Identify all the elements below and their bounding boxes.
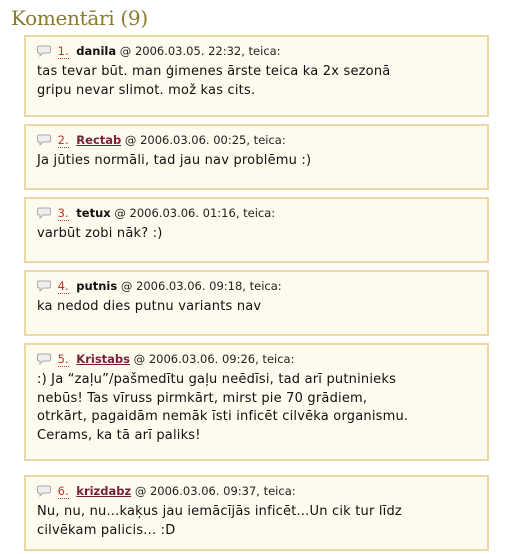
comment-meta: 5. Kristabs @ 2006.03.06. 09:26, teica: [37,351,487,367]
comment-author: danila [76,44,117,58]
comment-permalink[interactable]: 2. [57,133,69,148]
comment-card: 1. danila @ 2006.03.05. 22:32, teica: ta… [24,35,489,117]
comment-body: varbūt zobi nāk? :) [37,225,487,244]
comment-author-link[interactable]: Rectab [76,133,121,147]
comment-timestamp: 2006.03.06. 01:16 [129,206,236,220]
comment-body: ka nedod dies putnu variants nav [37,298,487,317]
at-sign: @ [119,44,132,58]
comment-author: putnis [76,279,118,293]
comment-meta: 3. tetux @ 2006.03.06. 01:16, teica: [37,205,487,221]
comment-permalink[interactable]: 3. [57,206,69,221]
comment-timestamp: 2006.03.06. 09:26 [148,352,256,366]
comment-line: :) Ja “zaļu”/pašmedītu gaļu neēdīsi, tad… [37,372,397,387]
comment-meta: 6. krizdabz @ 2006.03.06. 09:37, teica: [37,483,487,499]
comment-line: varbūt zobi nāk? :) [37,226,163,241]
said-label: , teica: [242,279,282,293]
comment-line: Cerams, ka tā arī paliks! [37,427,201,443]
at-sign: @ [133,352,146,366]
comment-line: nebūs! Tas vīruss pirmkārt, mirst pie 70… [37,390,368,406]
at-sign: @ [124,133,137,147]
comment-card: 2. Rectab @ 2006.03.06. 00:25, teica: Ja… [24,124,489,190]
comment-card: 4. putnis @ 2006.03.06. 09:18, teica: ka… [24,270,489,336]
comment-card: 6. krizdabz @ 2006.03.06. 09:37, teica: … [24,475,489,551]
said-label: , teica: [246,133,286,147]
comment-line: otrkārt, pagaidām nemāk īsti inficēt cil… [37,409,409,424]
comment-card: 3. tetux @ 2006.03.06. 01:16, teica: var… [24,197,489,263]
speech-bubble-icon [37,280,51,292]
comment-timestamp: 2006.03.06. 09:37 [149,484,257,498]
speech-bubble-icon [37,353,51,365]
comment-line: ka nedod dies putnu variants nav [37,299,262,314]
at-sign: @ [134,484,147,498]
at-sign: @ [120,279,133,293]
comment-body: Nu, nu, nu...kaķus jau iemācījās inficēt… [37,503,487,540]
said-label: , teica: [235,206,276,220]
speech-bubble-icon [37,207,51,219]
said-label: , teica: [256,484,296,498]
comment-meta: 1. danila @ 2006.03.05. 22:32, teica: [37,43,487,59]
speech-bubble-icon [37,134,51,146]
comment-body: :) Ja “zaļu”/pašmedītu gaļu neēdīsi, tad… [37,371,487,445]
said-label: , teica: [255,352,295,366]
comment-body: tas tevar būt. man ģimenes ārste teica k… [37,63,487,100]
said-label: , teica: [241,44,281,58]
comments-heading: Komentāri (9) [11,6,148,30]
speech-bubble-icon [37,45,51,57]
comment-line: Nu, nu, nu...kaķus jau iemācījās inficēt… [37,504,402,519]
comment-timestamp: 2006.03.06. 00:25 [140,133,247,147]
comment-line: gripu nevar slimot. mož kas cits. [37,82,256,98]
comment-line: Ja jūties normāli, tad jau nav problēmu … [37,153,312,168]
comment-author: tetux [76,206,111,220]
comment-body: Ja jūties normāli, tad jau nav problēmu … [37,152,487,171]
comment-author-link[interactable]: Kristabs [76,352,130,366]
speech-bubble-icon [37,485,51,497]
comment-permalink[interactable]: 5. [57,352,69,367]
comment-timestamp: 2006.03.06. 09:18 [136,279,243,293]
comment-timestamp: 2006.03.05. 22:32 [134,44,242,58]
comment-line: tas tevar būt. man ģimenes ārste teica k… [37,64,391,79]
comment-meta: 2. Rectab @ 2006.03.06. 00:25, teica: [37,132,487,148]
comment-permalink[interactable]: 6. [57,484,69,499]
comment-card: 5. Kristabs @ 2006.03.06. 09:26, teica: … [24,343,489,461]
comment-line: cilvēkam palicis... :D [37,522,176,538]
comment-meta: 4. putnis @ 2006.03.06. 09:18, teica: [37,278,487,294]
comment-author-link[interactable]: krizdabz [76,484,131,498]
comment-permalink[interactable]: 1. [57,44,69,59]
comment-permalink[interactable]: 4. [57,279,69,294]
at-sign: @ [114,206,126,220]
